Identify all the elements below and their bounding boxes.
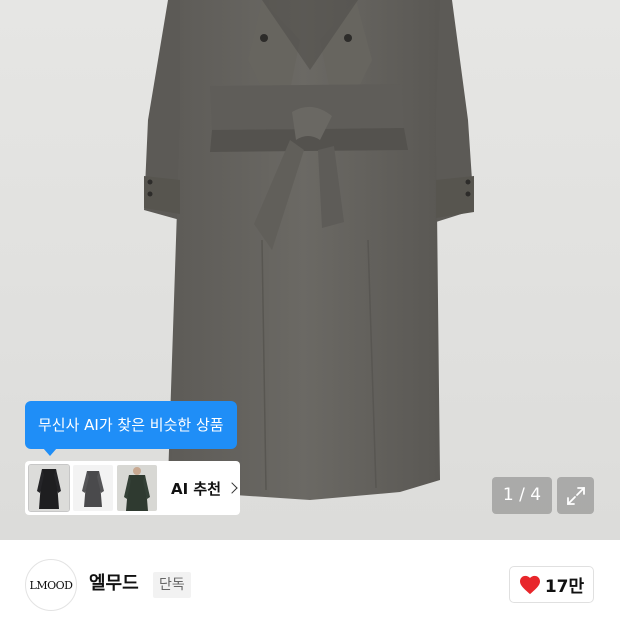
brand-name[interactable]: 엘무드 xyxy=(89,571,139,597)
expand-button[interactable] xyxy=(557,477,594,514)
product-image-carousel[interactable]: 무신사 AI가 찾은 비슷한 상품 AI 추천 1 / 4 xyxy=(0,0,620,540)
green-coat-thumb[interactable] xyxy=(117,465,157,511)
like-button[interactable]: 17만 xyxy=(509,566,594,603)
black-coat-thumb[interactable] xyxy=(28,464,70,512)
coat-photo xyxy=(0,0,620,540)
ai-recommend-button[interactable]: AI 추천 xyxy=(25,461,240,515)
gray-coat-thumb[interactable] xyxy=(73,465,113,511)
ai-recommend-label: AI 추천 xyxy=(171,479,222,498)
chevron-right-icon xyxy=(226,482,238,494)
ai-recommend-tooltip: 무신사 AI가 찾은 비슷한 상품 xyxy=(25,401,237,456)
brand-logo[interactable]: LMOOD xyxy=(25,559,77,611)
heart-icon xyxy=(519,575,540,594)
image-counter: 1 / 4 xyxy=(492,477,552,514)
expand-icon xyxy=(566,486,585,505)
like-count: 17만 xyxy=(544,577,585,597)
exclusive-badge: 단독 xyxy=(153,572,191,598)
